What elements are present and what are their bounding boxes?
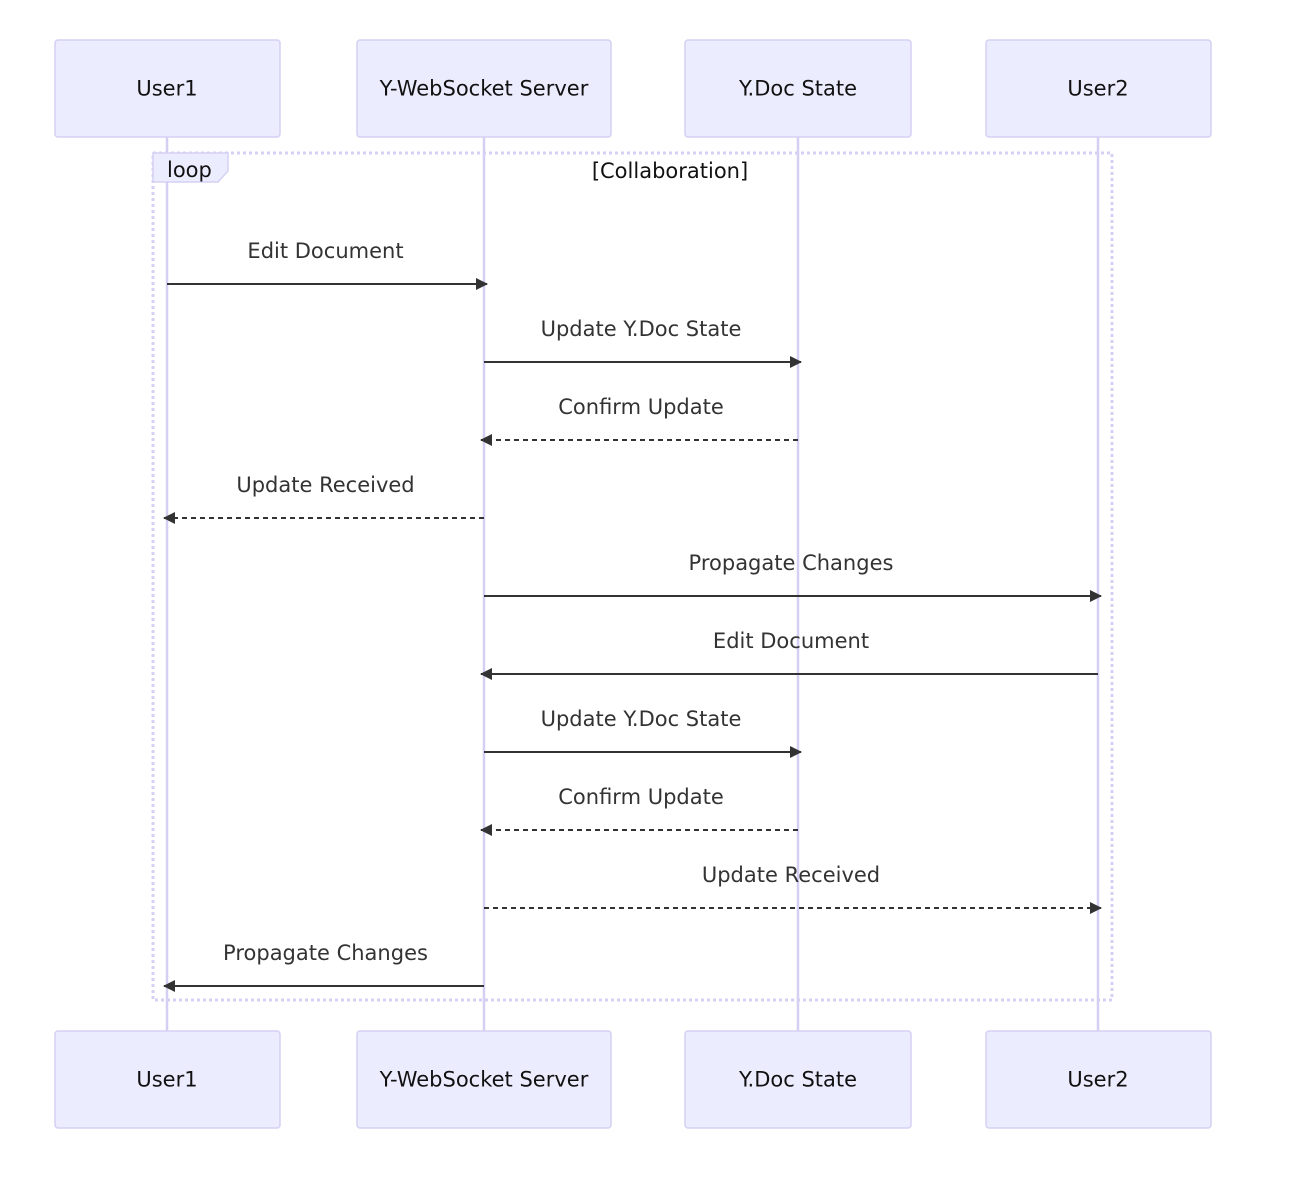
- message: Update Received: [484, 863, 1102, 914]
- actor-bottom-1: Y-WebSocket Server: [356, 1030, 612, 1129]
- actor-label: User1: [136, 77, 197, 101]
- loop-fragment: loop [Collaboration]: [151, 151, 1114, 1002]
- message-label: Update Received: [702, 863, 880, 887]
- actor-label: User2: [1067, 1068, 1128, 1092]
- actor-bottom-0: User1: [54, 1030, 281, 1129]
- actor-label: User1: [136, 1068, 197, 1092]
- message-label: Update Y.Doc State: [541, 707, 742, 731]
- loop-condition: [Collaboration]: [592, 159, 748, 183]
- actor-top-0: User1: [54, 39, 281, 138]
- actor-top-1: Y-WebSocket Server: [356, 39, 612, 138]
- actor-top-2: Y.Doc State: [684, 39, 912, 138]
- message: Update Received: [163, 473, 484, 524]
- loop-keyword: loop: [167, 158, 212, 182]
- message-label: Update Received: [236, 473, 414, 497]
- message: Confirm Update: [480, 395, 798, 446]
- actor-label: User2: [1067, 77, 1128, 101]
- message: Propagate Changes: [163, 941, 484, 992]
- actor-label: Y-WebSocket Server: [379, 77, 589, 101]
- loop-frame: [151, 151, 1114, 1002]
- actor-label: Y.Doc State: [738, 77, 857, 101]
- actor-label: Y.Doc State: [738, 1068, 857, 1092]
- message-label: Confirm Update: [558, 785, 724, 809]
- message-label: Propagate Changes: [223, 941, 428, 965]
- message: Update Y.Doc State: [484, 707, 802, 758]
- message-label: Update Y.Doc State: [541, 317, 742, 341]
- message: Update Y.Doc State: [484, 317, 802, 368]
- sequence-diagram: loop [Collaboration] User1 User1 Y-WebSock…: [54, 39, 1212, 1129]
- actor-bottom-3: User2: [985, 1030, 1212, 1129]
- actor-bottom-2: Y.Doc State: [684, 1030, 912, 1129]
- actor-label: Y-WebSocket Server: [379, 1068, 589, 1092]
- message-label: Confirm Update: [558, 395, 724, 419]
- message: Edit Document: [480, 629, 1098, 680]
- message: Propagate Changes: [484, 551, 1102, 602]
- message-label: Edit Document: [247, 239, 403, 263]
- message: Edit Document: [167, 239, 488, 290]
- message: Confirm Update: [480, 785, 798, 836]
- message-label: Propagate Changes: [689, 551, 894, 575]
- actor-top-3: User2: [985, 39, 1212, 138]
- message-label: Edit Document: [713, 629, 869, 653]
